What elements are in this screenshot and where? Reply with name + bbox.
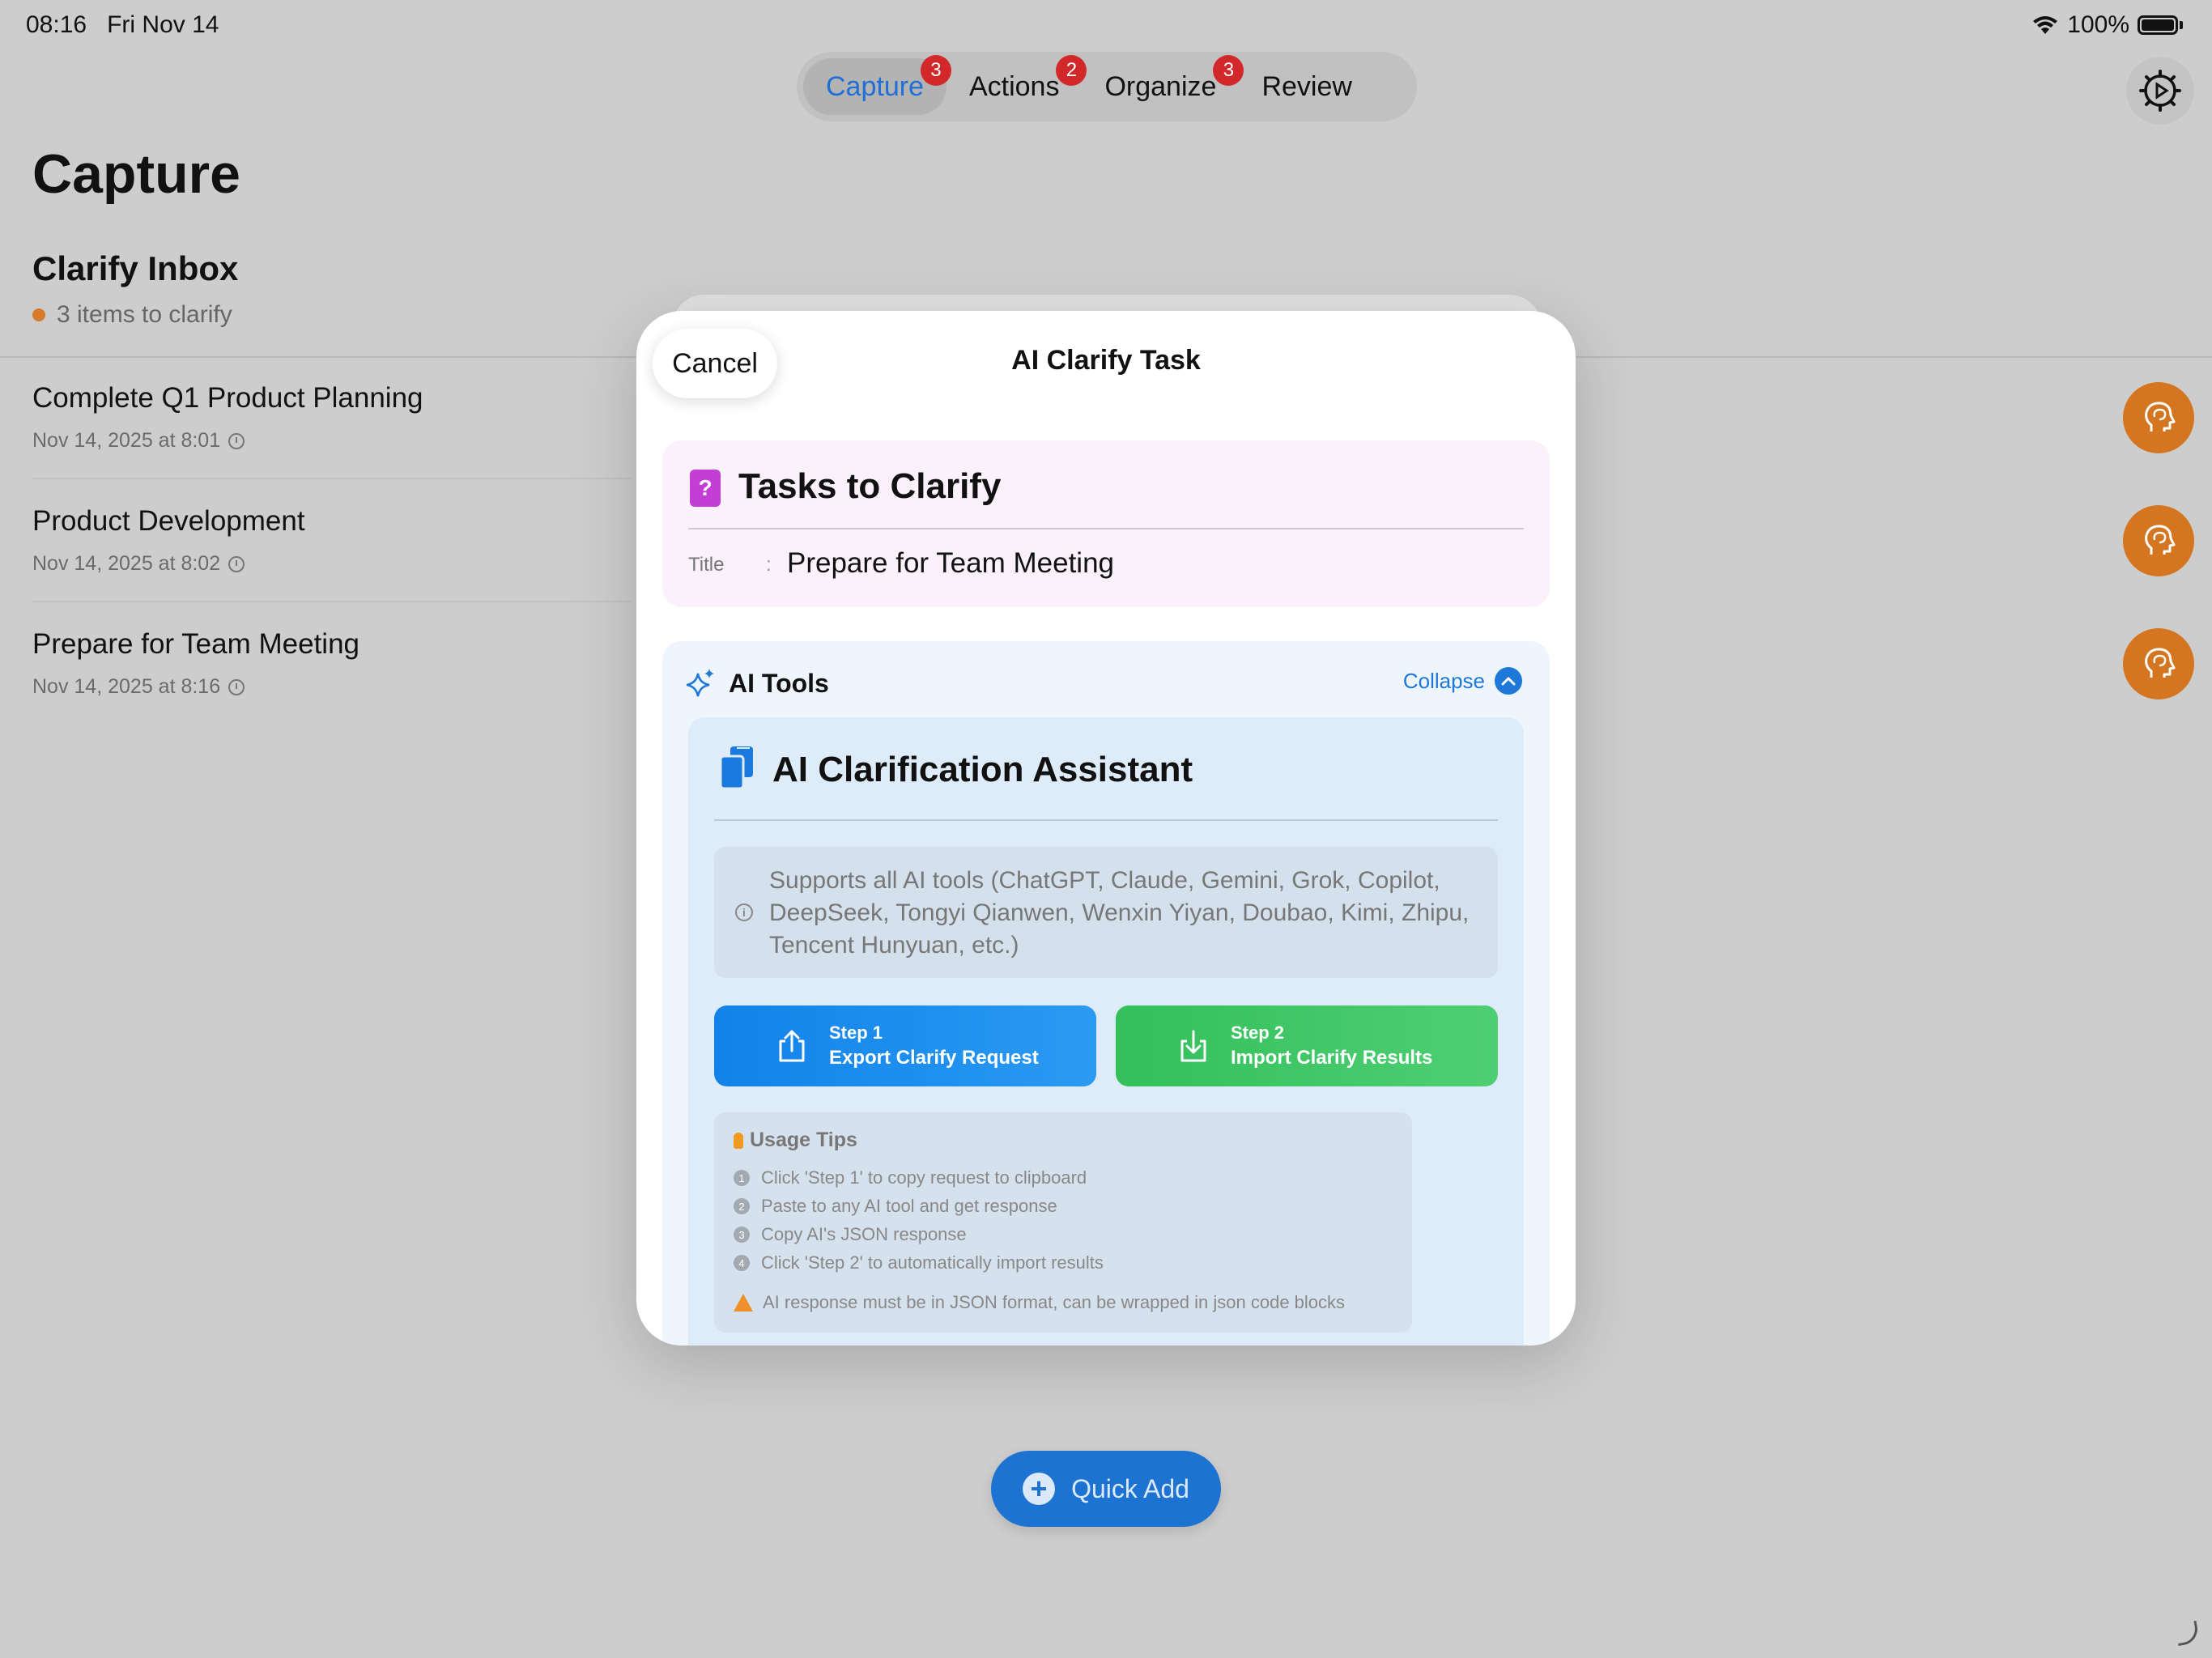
status-bar-right: 100%	[2031, 11, 2183, 39]
row-divider	[32, 478, 632, 479]
ai-tools-section: AI Tools Collapse AI Clarification Assis…	[662, 641, 1550, 1346]
download-import-icon	[1180, 1030, 1206, 1062]
warning-text: AI response must be in JSON format, can …	[763, 1292, 1346, 1312]
quick-add-label: Quick Add	[1071, 1473, 1189, 1503]
tip-number: 2	[734, 1198, 750, 1214]
tip-text: Click 'Step 2' to automatically import r…	[761, 1252, 1104, 1273]
tab-label: Actions	[968, 70, 1060, 102]
ai-clarify-button[interactable]	[2123, 505, 2194, 576]
tip-item: 3 Copy AI's JSON response	[734, 1224, 967, 1245]
divider	[688, 528, 1524, 529]
quick-add-button[interactable]: + Quick Add	[991, 1451, 1221, 1527]
step2-label: Import Clarify Results	[1231, 1047, 1433, 1069]
status-time: 08:16	[26, 11, 87, 38]
ai-clarify-button[interactable]	[2123, 382, 2194, 453]
clock-icon	[228, 555, 245, 572]
documents-icon	[719, 746, 753, 790]
battery-percent: 100%	[2067, 11, 2129, 38]
tips-title: Usage Tips	[750, 1129, 857, 1151]
task-title-label: Title	[688, 554, 725, 576]
task-title-value: Prepare for Team Meeting	[787, 547, 1115, 579]
brain-head-icon	[2145, 648, 2176, 678]
plus-icon: +	[1023, 1473, 1056, 1505]
step2-number: Step 2	[1231, 1022, 1285, 1043]
ai-tools-title: AI Tools	[729, 669, 829, 698]
tab-review[interactable]: Review	[1239, 58, 1374, 115]
tip-item: 2 Paste to any AI tool and get response	[734, 1196, 1057, 1217]
tip-text: Paste to any AI tool and get response	[761, 1196, 1057, 1216]
question-book-icon: ?	[690, 470, 721, 507]
main-tab-bar: Capture 3 Actions 2 Organize 3 Review	[797, 52, 1417, 121]
settings-button[interactable]	[2126, 57, 2194, 125]
tip-number: 3	[734, 1226, 750, 1243]
import-clarify-results-button[interactable]: Step 2 Import Clarify Results	[1116, 1005, 1498, 1086]
item-date: Nov 14, 2025 at 8:02	[32, 552, 221, 575]
page-title: Capture	[32, 143, 240, 205]
clock-icon	[228, 432, 245, 449]
gear-icon	[2139, 70, 2181, 112]
wifi-icon	[2033, 16, 2058, 34]
usage-tips: Usage Tips 1 Click 'Step 1' to copy requ…	[714, 1112, 1412, 1333]
item-date: Nov 14, 2025 at 8:01	[32, 429, 221, 452]
clock-icon	[228, 678, 245, 695]
item-date: Nov 14, 2025 at 8:16	[32, 675, 221, 698]
ai-assistant-card: AI Clarification Assistant i Supports al…	[688, 717, 1524, 1346]
brain-head-icon	[2145, 525, 2176, 555]
task-card: ? Tasks to Clarify Title : Prepare for T…	[662, 440, 1550, 607]
share-export-icon	[779, 1030, 805, 1062]
tip-number: 1	[734, 1170, 750, 1186]
tab-actions[interactable]: Actions 2	[946, 55, 1087, 115]
lightbulb-icon	[734, 1132, 743, 1149]
tips-title-row: Usage Tips	[734, 1129, 857, 1152]
chevron-up-icon	[1495, 667, 1522, 695]
assistant-title: AI Clarification Assistant	[772, 750, 1193, 789]
ai-clarify-sheet: Cancel AI Clarify Task ? Tasks to Clarif…	[636, 311, 1576, 1346]
collapse-button[interactable]: Collapse	[1403, 667, 1522, 695]
step1-label: Export Clarify Request	[829, 1047, 1039, 1069]
step-text: Step 1 Export Clarify Request	[829, 1022, 1039, 1069]
battery-icon	[2138, 15, 2178, 35]
resize-handle	[2174, 1620, 2201, 1647]
task-title-separator: :	[766, 554, 772, 576]
tip-item: 1 Click 'Step 1' to copy request to clip…	[734, 1167, 1087, 1188]
divider	[714, 819, 1498, 821]
inbox-count: 3 items to clarify	[32, 301, 232, 329]
tip-item: 4 Click 'Step 2' to automatically import…	[734, 1252, 1104, 1273]
sparkles-icon	[687, 669, 714, 697]
status-dot	[32, 308, 45, 321]
ai-clarify-button[interactable]	[2123, 628, 2194, 699]
task-card-heading: Tasks to Clarify	[738, 466, 1002, 506]
tab-organize[interactable]: Organize 3	[1082, 55, 1244, 115]
tab-label: Review	[1261, 70, 1352, 102]
warning-icon	[734, 1294, 753, 1312]
inbox-count-text: 3 items to clarify	[57, 301, 232, 328]
inbox-title: Clarify Inbox	[32, 249, 239, 287]
step1-number: Step 1	[829, 1022, 883, 1043]
battery-cap	[2180, 21, 2183, 29]
tip-text: Copy AI's JSON response	[761, 1224, 967, 1244]
brain-head-icon	[2145, 402, 2176, 432]
tip-number: 4	[734, 1255, 750, 1271]
info-box: i Supports all AI tools (ChatGPT, Claude…	[714, 847, 1498, 978]
tab-capture[interactable]: Capture 3	[803, 55, 951, 115]
tab-label: Capture	[826, 70, 924, 102]
info-text: Supports all AI tools (ChatGPT, Claude, …	[769, 867, 1470, 959]
tip-text: Click 'Step 1' to copy request to clipbo…	[761, 1167, 1087, 1188]
sheet-title: AI Clarify Task	[1011, 345, 1201, 376]
info-icon: i	[735, 903, 753, 921]
status-bar-time: 08:16 Fri Nov 14	[26, 11, 219, 39]
status-date: Fri Nov 14	[107, 11, 219, 38]
collapse-label: Collapse	[1402, 668, 1485, 693]
step-text: Step 2 Import Clarify Results	[1231, 1022, 1432, 1069]
tab-label: Organize	[1104, 70, 1217, 102]
json-warning: AI response must be in JSON format, can …	[734, 1292, 1345, 1313]
row-divider	[32, 601, 632, 602]
export-clarify-request-button[interactable]: Step 1 Export Clarify Request	[714, 1005, 1096, 1086]
